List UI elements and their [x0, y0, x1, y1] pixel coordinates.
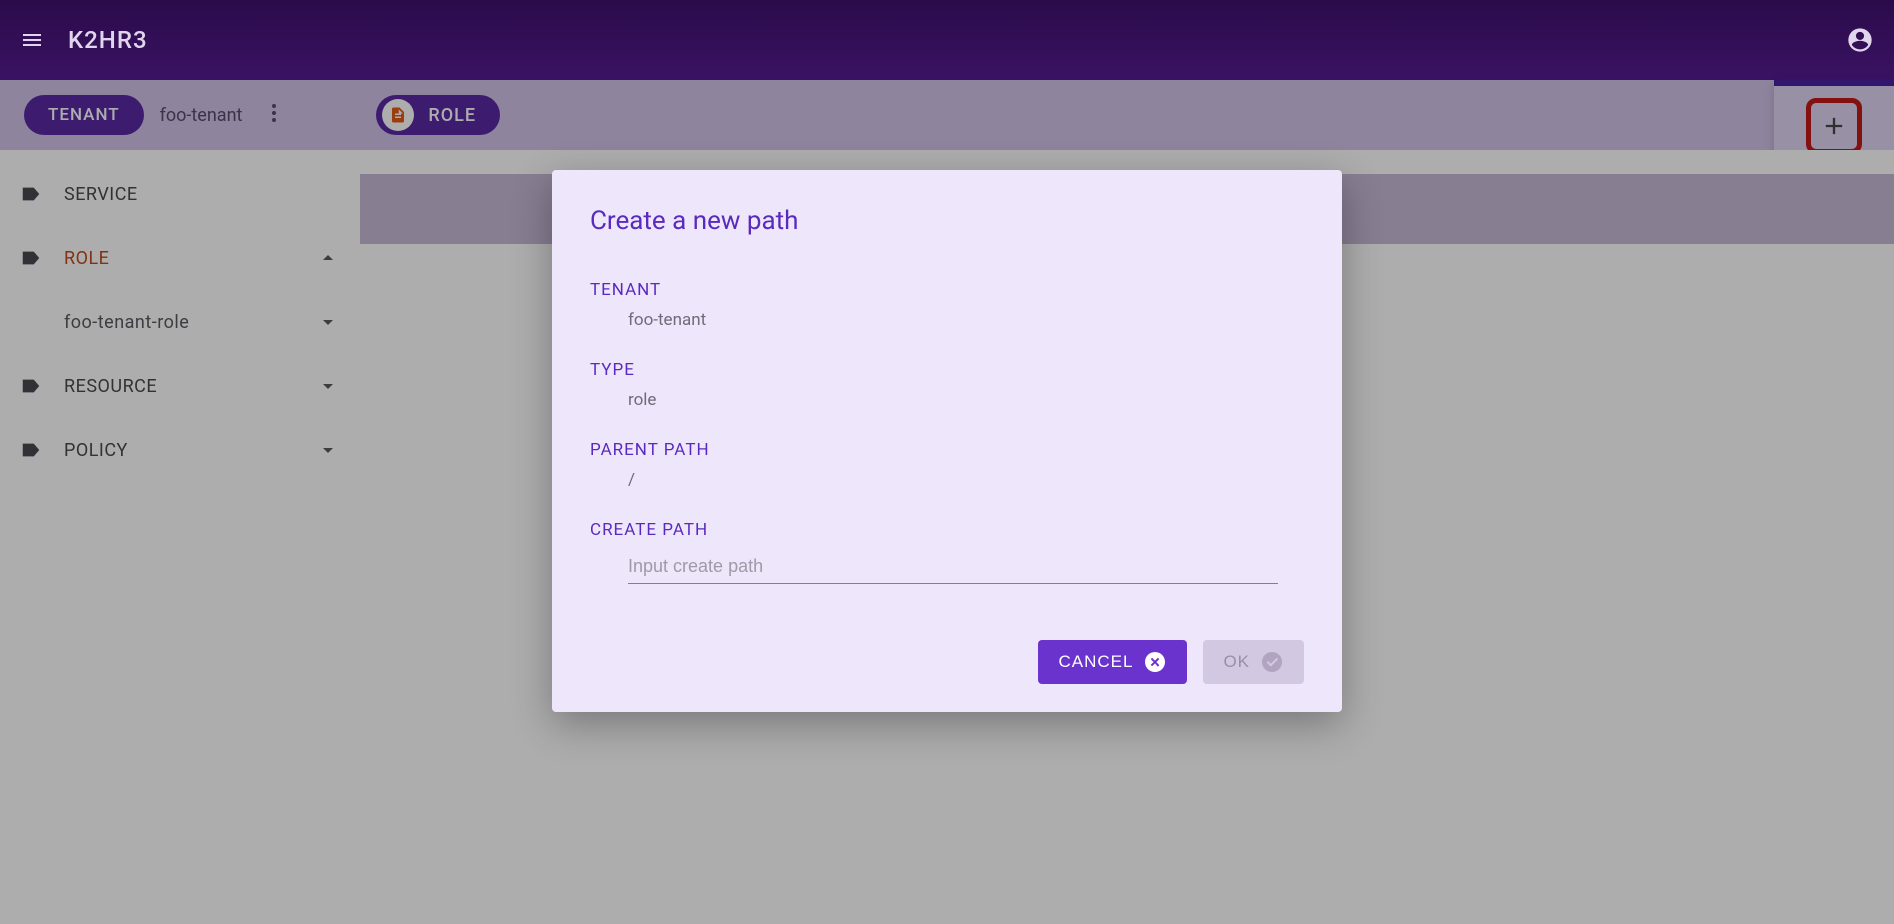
app-title: K2HR3 [68, 26, 1846, 54]
field-create-path: CREATE PATH [590, 520, 1304, 584]
ok-button-label: OK [1223, 652, 1250, 672]
field-value: / [590, 470, 1304, 490]
check-icon [1260, 650, 1284, 674]
cancel-icon [1143, 650, 1167, 674]
field-value: foo-tenant [590, 310, 1304, 330]
create-path-input[interactable] [628, 550, 1278, 584]
field-value: role [590, 390, 1304, 410]
field-label: PARENT PATH [590, 440, 1304, 460]
field-label: CREATE PATH [590, 520, 1304, 540]
dialog-title: Create a new path [590, 206, 1304, 236]
cancel-button-label: CANCEL [1058, 652, 1133, 672]
field-type: TYPE role [590, 360, 1304, 410]
app-header: K2HR3 [0, 0, 1894, 80]
menu-icon[interactable] [20, 28, 44, 52]
dialog-actions: CANCEL OK [590, 640, 1304, 684]
account-icon[interactable] [1846, 26, 1874, 54]
cancel-button[interactable]: CANCEL [1038, 640, 1187, 684]
create-path-dialog: Create a new path TENANT foo-tenant TYPE… [552, 170, 1342, 712]
field-parent-path: PARENT PATH / [590, 440, 1304, 490]
field-tenant: TENANT foo-tenant [590, 280, 1304, 330]
field-label: TENANT [590, 280, 1304, 300]
ok-button[interactable]: OK [1203, 640, 1304, 684]
field-label: TYPE [590, 360, 1304, 380]
